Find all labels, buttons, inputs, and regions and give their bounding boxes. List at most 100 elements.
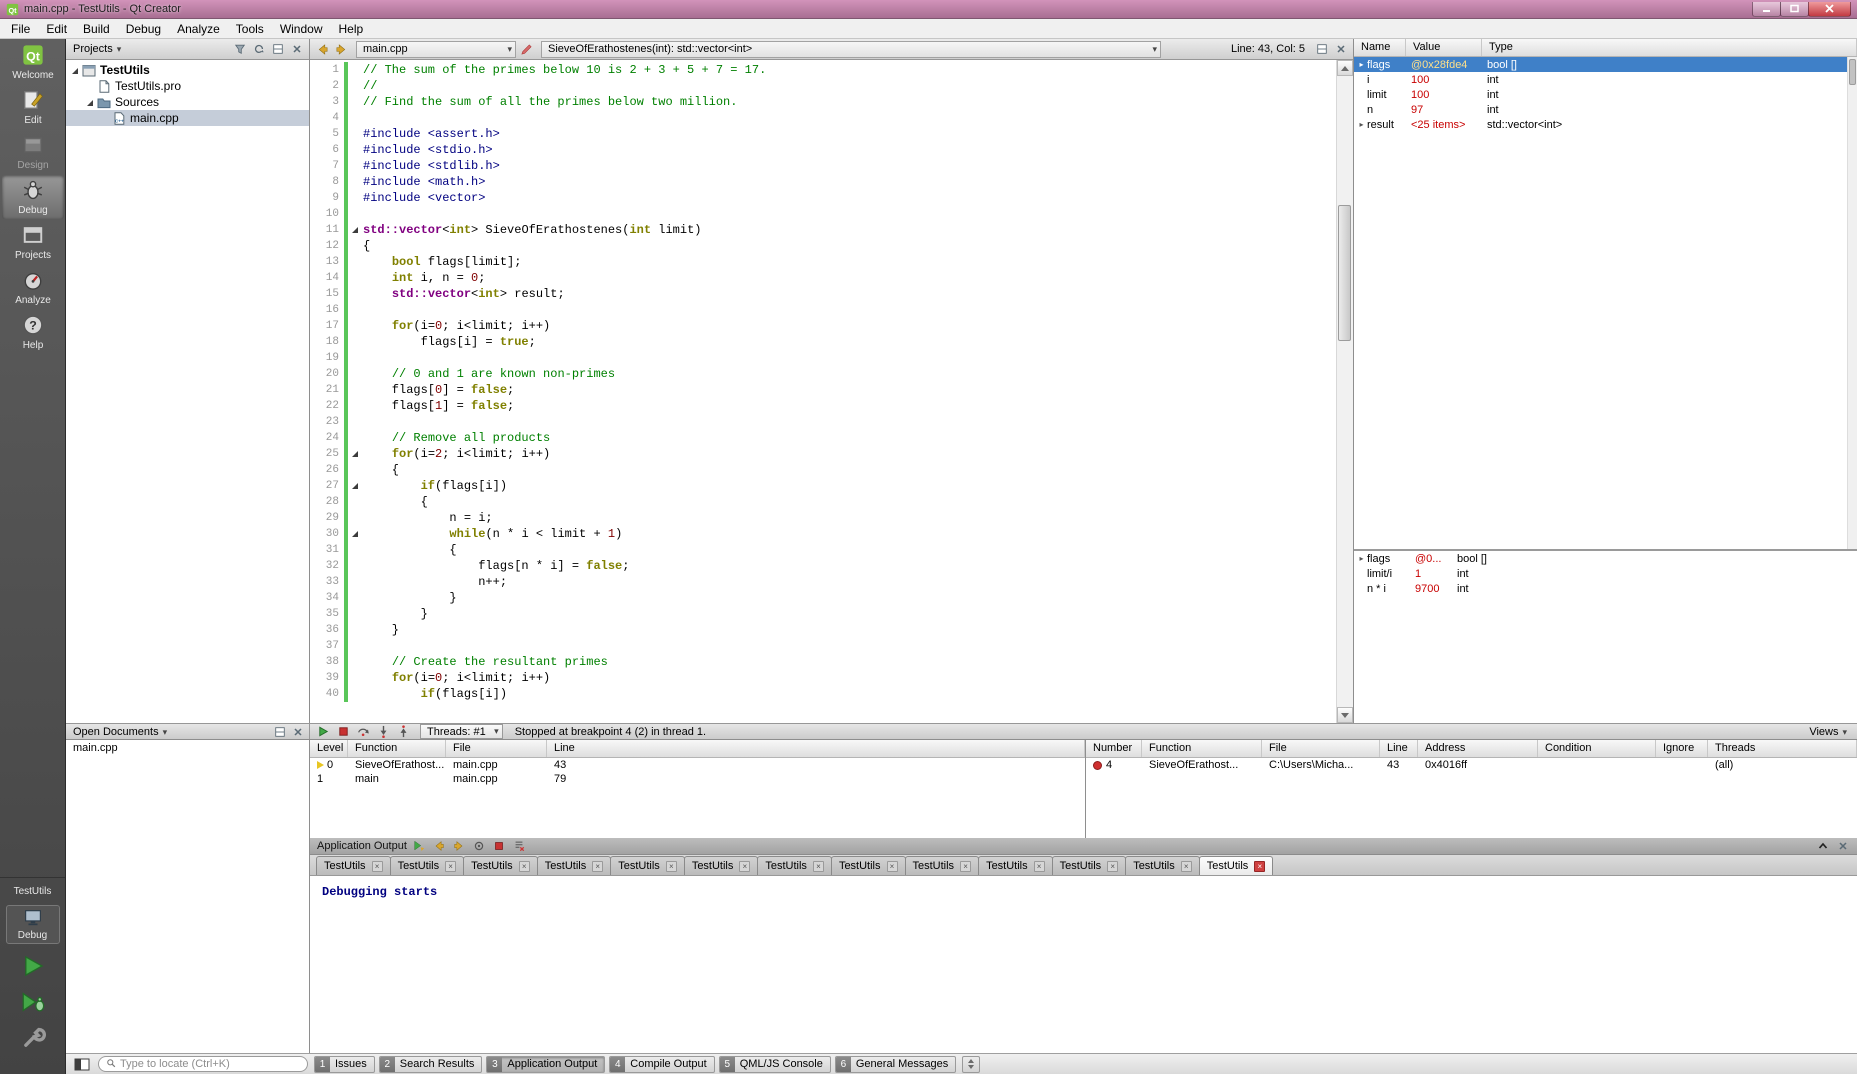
run-button[interactable] (18, 952, 48, 980)
split-icon[interactable] (269, 41, 286, 58)
pane-button-qml-js-console[interactable]: 5 QML/JS Console (718, 1055, 831, 1073)
stop-run-icon[interactable] (492, 839, 507, 854)
editor-scrollbar[interactable] (1336, 60, 1353, 723)
scrollbar-thumb[interactable] (1849, 59, 1856, 85)
mode-analyze[interactable]: Analyze (2, 265, 64, 309)
column-header-line[interactable]: Line (1380, 740, 1418, 757)
line-number[interactable]: 28 (310, 494, 344, 510)
column-header-name[interactable]: Name (1354, 39, 1406, 56)
output-tab-5[interactable]: TestUtils × (683, 856, 759, 875)
expander-icon[interactable] (70, 65, 81, 76)
continue-icon[interactable] (315, 725, 331, 739)
pane-button-general-messages[interactable]: 6 General Messages (834, 1055, 957, 1073)
code-line-21[interactable]: 21 flags[0] = false; (310, 382, 1336, 398)
pane-button-issues[interactable]: 1 Issues (314, 1055, 375, 1073)
column-header-value[interactable]: Value (1406, 39, 1482, 56)
code-line-2[interactable]: 2 // (310, 78, 1336, 94)
line-number[interactable]: 13 (310, 254, 344, 270)
line-number[interactable]: 33 (310, 574, 344, 590)
expand-icon[interactable]: ▸ (1356, 120, 1367, 129)
column-header-ignore[interactable]: Ignore (1656, 740, 1708, 757)
column-header-file[interactable]: File (1262, 740, 1380, 757)
code-line-30[interactable]: 30 while(n * i < limit + 1) (310, 526, 1336, 542)
output-tab-4[interactable]: TestUtils × (610, 856, 685, 875)
maximize-button[interactable] (1780, 1, 1809, 17)
tab-close-icon[interactable]: × (518, 860, 530, 872)
tab-close-icon[interactable]: × (1033, 860, 1045, 872)
menu-tools[interactable]: Tools (228, 20, 272, 38)
code-line-28[interactable]: 28 { (310, 494, 1336, 510)
line-number[interactable]: 5 (310, 126, 344, 142)
code-line-22[interactable]: 22 flags[1] = false; (310, 398, 1336, 414)
locate-input[interactable] (120, 1058, 300, 1070)
line-number[interactable]: 2 (310, 78, 344, 94)
scrollbar-thumb[interactable] (1338, 205, 1351, 341)
locator[interactable] (98, 1056, 308, 1072)
line-number[interactable]: 23 (310, 414, 344, 430)
fold-icon[interactable] (352, 483, 358, 489)
tab-close-icon[interactable]: × (739, 860, 751, 872)
debug-run-button[interactable] (18, 988, 48, 1016)
column-header-function[interactable]: Function (1142, 740, 1262, 757)
close-pane-icon[interactable] (290, 724, 305, 739)
output-tab-2[interactable]: TestUtils × (463, 856, 538, 875)
step-into-icon[interactable] (375, 725, 391, 739)
line-number[interactable]: 16 (310, 302, 344, 318)
code-line-14[interactable]: 14 int i, n = 0; (310, 270, 1336, 286)
tab-close-icon[interactable]: × (1254, 860, 1266, 872)
line-number[interactable]: 31 (310, 542, 344, 558)
forward-icon[interactable] (333, 41, 350, 57)
output-tab-7[interactable]: TestUtils × (830, 856, 906, 875)
output-tab-10[interactable]: TestUtils × (1051, 856, 1127, 875)
line-number[interactable]: 35 (310, 606, 344, 622)
line-number[interactable]: 9 (310, 190, 344, 206)
line-number[interactable]: 24 (310, 430, 344, 446)
code-line-17[interactable]: 17 for(i=0; i<limit; i++) (310, 318, 1336, 334)
line-number[interactable]: 22 (310, 398, 344, 414)
code-line-9[interactable]: 9 #include <vector> (310, 190, 1336, 206)
code-line-39[interactable]: 39 for(i=0; i<limit; i++) (310, 670, 1336, 686)
mode-projects[interactable]: Projects (2, 220, 64, 264)
output-tab-9[interactable]: TestUtils × (978, 856, 1053, 875)
line-number[interactable]: 1 (310, 62, 344, 78)
line-number[interactable]: 3 (310, 94, 344, 110)
open-file-combo[interactable]: main.cpp (356, 40, 516, 58)
code-line-38[interactable]: 38 // Create the resultant primes (310, 654, 1336, 670)
minimize-button[interactable] (1752, 1, 1781, 17)
mode-edit[interactable]: Edit (2, 85, 64, 129)
menu-debug[interactable]: Debug (118, 20, 169, 38)
expression-row-limit-i[interactable]: limit/i 1 int (1354, 566, 1857, 581)
column-header-level[interactable]: Level (310, 740, 348, 757)
line-number[interactable]: 38 (310, 654, 344, 670)
breakpoint-icon[interactable] (1093, 760, 1102, 770)
line-number[interactable]: 36 (310, 622, 344, 638)
code-line-29[interactable]: 29 n = i; (310, 510, 1336, 526)
column-header-condition[interactable]: Condition (1538, 740, 1656, 757)
filter-icon[interactable] (231, 41, 248, 58)
code-line-3[interactable]: 3 // Find the sum of all the primes below… (310, 94, 1336, 110)
close-pane-icon[interactable] (288, 41, 305, 58)
sync-with-editor-icon[interactable] (250, 41, 267, 58)
line-number[interactable]: 34 (310, 590, 344, 606)
line-number[interactable]: 27 (310, 478, 344, 494)
previous-output-icon[interactable] (432, 839, 447, 854)
stack-frame-row-1[interactable]: 1 main main.cpp 79 (310, 772, 1085, 786)
line-number[interactable]: 11 (310, 222, 344, 238)
expression-row-flags[interactable]: ▸ flags @0... bool [] (1354, 551, 1857, 566)
output-tab-6[interactable]: TestUtils × (757, 856, 832, 875)
code-line-15[interactable]: 15 std::vector<int> result; (310, 286, 1336, 302)
line-number[interactable]: 32 (310, 558, 344, 574)
local-row-i[interactable]: i 100 int (1354, 72, 1857, 87)
line-number[interactable]: 8 (310, 174, 344, 190)
line-number[interactable]: 7 (310, 158, 344, 174)
line-number[interactable]: 19 (310, 350, 344, 366)
symbol-combo[interactable]: SieveOfErathostenes(int): std::vector<in… (541, 40, 1161, 58)
code-line-23[interactable]: 23 (310, 414, 1336, 430)
code-line-40[interactable]: 40 if(flags[i]) (310, 686, 1336, 702)
step-out-icon[interactable] (395, 725, 411, 739)
tree-item-testutils[interactable]: TestUtils (66, 62, 309, 78)
menu-edit[interactable]: Edit (38, 20, 75, 38)
menu-analyze[interactable]: Analyze (169, 20, 228, 38)
code-line-24[interactable]: 24 // Remove all products (310, 430, 1336, 446)
pane-button-compile-output[interactable]: 4 Compile Output (609, 1055, 715, 1073)
